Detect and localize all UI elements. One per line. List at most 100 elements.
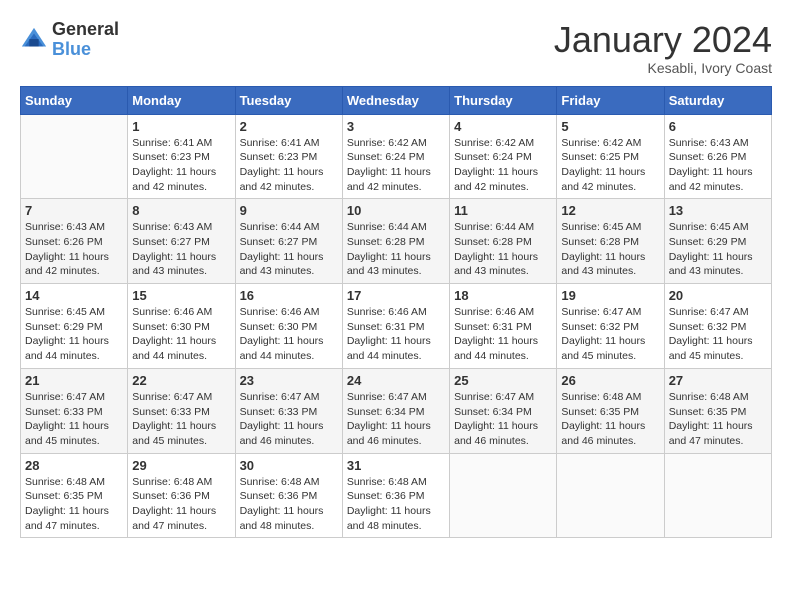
calendar-table: SundayMondayTuesdayWednesdayThursdayFrid… <box>20 86 772 539</box>
day-info: Sunrise: 6:45 AMSunset: 6:29 PMDaylight:… <box>669 220 767 279</box>
day-info: Sunrise: 6:48 AMSunset: 6:36 PMDaylight:… <box>240 475 338 534</box>
day-number: 4 <box>454 119 552 134</box>
day-number: 7 <box>25 203 123 218</box>
day-number: 27 <box>669 373 767 388</box>
day-of-week-header: Sunday <box>21 86 128 114</box>
day-number: 16 <box>240 288 338 303</box>
subtitle: Kesabli, Ivory Coast <box>554 60 772 76</box>
day-number: 29 <box>132 458 230 473</box>
day-info: Sunrise: 6:43 AMSunset: 6:26 PMDaylight:… <box>25 220 123 279</box>
day-info: Sunrise: 6:46 AMSunset: 6:31 PMDaylight:… <box>454 305 552 364</box>
day-info: Sunrise: 6:47 AMSunset: 6:34 PMDaylight:… <box>347 390 445 449</box>
title-block: January 2024 Kesabli, Ivory Coast <box>554 20 772 76</box>
day-info: Sunrise: 6:46 AMSunset: 6:31 PMDaylight:… <box>347 305 445 364</box>
day-info: Sunrise: 6:43 AMSunset: 6:27 PMDaylight:… <box>132 220 230 279</box>
day-info: Sunrise: 6:47 AMSunset: 6:32 PMDaylight:… <box>561 305 659 364</box>
day-number: 19 <box>561 288 659 303</box>
calendar-day-cell: 10Sunrise: 6:44 AMSunset: 6:28 PMDayligh… <box>342 199 449 284</box>
day-number: 31 <box>347 458 445 473</box>
calendar-day-cell: 9 Sunrise: 6:44 AMSunset: 6:27 PMDaylight… <box>235 199 342 284</box>
logo-general: General <box>52 20 119 40</box>
day-number: 11 <box>454 203 552 218</box>
calendar-day-cell: 22Sunrise: 6:47 AMSunset: 6:33 PMDayligh… <box>128 368 235 453</box>
calendar-week-row: 1 Sunrise: 6:41 AMSunset: 6:23 PMDaylight… <box>21 114 772 199</box>
day-number: 20 <box>669 288 767 303</box>
day-number: 23 <box>240 373 338 388</box>
calendar-day-cell: 28 Sunrise: 6:48 AMSunset: 6:35 PMDayligh… <box>21 453 128 538</box>
calendar-header-row: SundayMondayTuesdayWednesdayThursdayFrid… <box>21 86 772 114</box>
day-info: Sunrise: 6:43 AMSunset: 6:26 PMDaylight:… <box>669 136 767 195</box>
day-number: 17 <box>347 288 445 303</box>
calendar-day-cell <box>664 453 771 538</box>
calendar-week-row: 7 Sunrise: 6:43 AMSunset: 6:26 PMDaylight… <box>21 199 772 284</box>
day-info: Sunrise: 6:47 AMSunset: 6:33 PMDaylight:… <box>132 390 230 449</box>
calendar-day-cell <box>21 114 128 199</box>
day-number: 13 <box>669 203 767 218</box>
calendar-day-cell: 26 Sunrise: 6:48 AMSunset: 6:35 PMDayligh… <box>557 368 664 453</box>
calendar-day-cell: 20Sunrise: 6:47 AMSunset: 6:32 PMDayligh… <box>664 284 771 369</box>
day-info: Sunrise: 6:48 AMSunset: 6:35 PMDaylight:… <box>25 475 123 534</box>
calendar-day-cell: 27 Sunrise: 6:48 AMSunset: 6:35 PMDayligh… <box>664 368 771 453</box>
calendar-day-cell: 24 Sunrise: 6:47 AMSunset: 6:34 PMDayligh… <box>342 368 449 453</box>
day-number: 14 <box>25 288 123 303</box>
calendar-day-cell: 13 Sunrise: 6:45 AMSunset: 6:29 PMDayligh… <box>664 199 771 284</box>
day-info: Sunrise: 6:42 AMSunset: 6:24 PMDaylight:… <box>454 136 552 195</box>
day-of-week-header: Tuesday <box>235 86 342 114</box>
day-info: Sunrise: 6:47 AMSunset: 6:33 PMDaylight:… <box>25 390 123 449</box>
calendar-day-cell <box>557 453 664 538</box>
calendar-day-cell: 2Sunrise: 6:41 AMSunset: 6:23 PMDaylight… <box>235 114 342 199</box>
day-number: 2 <box>240 119 338 134</box>
day-info: Sunrise: 6:47 AMSunset: 6:34 PMDaylight:… <box>454 390 552 449</box>
day-number: 12 <box>561 203 659 218</box>
day-info: Sunrise: 6:44 AMSunset: 6:28 PMDaylight:… <box>454 220 552 279</box>
day-of-week-header: Thursday <box>450 86 557 114</box>
day-info: Sunrise: 6:45 AMSunset: 6:28 PMDaylight:… <box>561 220 659 279</box>
logo-icon <box>20 26 48 54</box>
calendar-day-cell: 12 Sunrise: 6:45 AMSunset: 6:28 PMDayligh… <box>557 199 664 284</box>
logo: General Blue <box>20 20 119 60</box>
day-number: 18 <box>454 288 552 303</box>
day-of-week-header: Friday <box>557 86 664 114</box>
day-number: 26 <box>561 373 659 388</box>
calendar-day-cell: 15 Sunrise: 6:46 AMSunset: 6:30 PMDayligh… <box>128 284 235 369</box>
day-number: 5 <box>561 119 659 134</box>
calendar-day-cell: 11 Sunrise: 6:44 AMSunset: 6:28 PMDayligh… <box>450 199 557 284</box>
day-number: 9 <box>240 203 338 218</box>
day-info: Sunrise: 6:42 AMSunset: 6:24 PMDaylight:… <box>347 136 445 195</box>
calendar-day-cell: 23 Sunrise: 6:47 AMSunset: 6:33 PMDayligh… <box>235 368 342 453</box>
day-number: 25 <box>454 373 552 388</box>
day-info: Sunrise: 6:48 AMSunset: 6:35 PMDaylight:… <box>669 390 767 449</box>
calendar-day-cell: 8Sunrise: 6:43 AMSunset: 6:27 PMDaylight… <box>128 199 235 284</box>
day-info: Sunrise: 6:48 AMSunset: 6:36 PMDaylight:… <box>132 475 230 534</box>
day-number: 3 <box>347 119 445 134</box>
day-of-week-header: Monday <box>128 86 235 114</box>
logo-text-block: General Blue <box>52 20 119 60</box>
calendar-day-cell <box>450 453 557 538</box>
day-info: Sunrise: 6:46 AMSunset: 6:30 PMDaylight:… <box>132 305 230 364</box>
calendar-day-cell: 31Sunrise: 6:48 AMSunset: 6:36 PMDayligh… <box>342 453 449 538</box>
day-info: Sunrise: 6:48 AMSunset: 6:35 PMDaylight:… <box>561 390 659 449</box>
day-info: Sunrise: 6:44 AMSunset: 6:27 PMDaylight:… <box>240 220 338 279</box>
day-info: Sunrise: 6:45 AMSunset: 6:29 PMDaylight:… <box>25 305 123 364</box>
day-number: 1 <box>132 119 230 134</box>
calendar-week-row: 14 Sunrise: 6:45 AMSunset: 6:29 PMDayligh… <box>21 284 772 369</box>
main-title: January 2024 <box>554 20 772 60</box>
calendar-week-row: 21Sunrise: 6:47 AMSunset: 6:33 PMDayligh… <box>21 368 772 453</box>
calendar-day-cell: 18 Sunrise: 6:46 AMSunset: 6:31 PMDayligh… <box>450 284 557 369</box>
calendar-day-cell: 16 Sunrise: 6:46 AMSunset: 6:30 PMDayligh… <box>235 284 342 369</box>
day-number: 30 <box>240 458 338 473</box>
day-number: 24 <box>347 373 445 388</box>
day-info: Sunrise: 6:41 AMSunset: 6:23 PMDaylight:… <box>132 136 230 195</box>
logo-blue: Blue <box>52 40 119 60</box>
calendar-day-cell: 5Sunrise: 6:42 AMSunset: 6:25 PMDaylight… <box>557 114 664 199</box>
day-info: Sunrise: 6:46 AMSunset: 6:30 PMDaylight:… <box>240 305 338 364</box>
day-number: 28 <box>25 458 123 473</box>
day-number: 15 <box>132 288 230 303</box>
calendar-day-cell: 7 Sunrise: 6:43 AMSunset: 6:26 PMDaylight… <box>21 199 128 284</box>
calendar-day-cell: 6Sunrise: 6:43 AMSunset: 6:26 PMDaylight… <box>664 114 771 199</box>
day-info: Sunrise: 6:47 AMSunset: 6:33 PMDaylight:… <box>240 390 338 449</box>
calendar-day-cell: 30 Sunrise: 6:48 AMSunset: 6:36 PMDayligh… <box>235 453 342 538</box>
calendar-day-cell: 25 Sunrise: 6:47 AMSunset: 6:34 PMDayligh… <box>450 368 557 453</box>
calendar-day-cell: 29 Sunrise: 6:48 AMSunset: 6:36 PMDayligh… <box>128 453 235 538</box>
day-number: 10 <box>347 203 445 218</box>
